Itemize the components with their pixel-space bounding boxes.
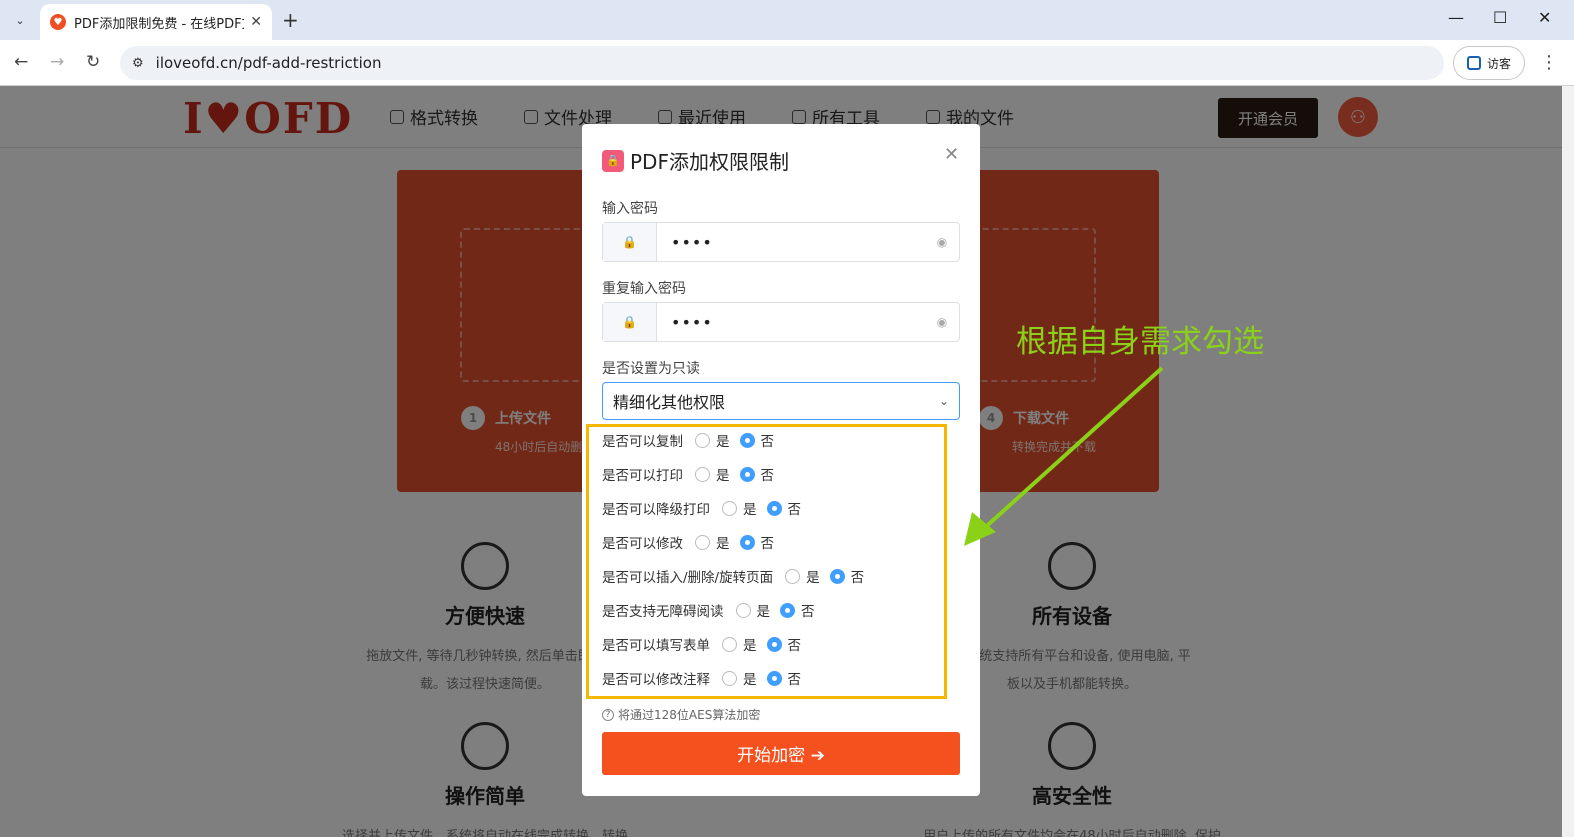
eye-icon[interactable]: ◉ — [925, 223, 959, 261]
help-icon: ? — [602, 708, 614, 721]
repeat-password-value[interactable]: •••• — [657, 303, 925, 341]
aes-note-text: 将通过128位AES算法加密 — [618, 708, 761, 722]
page-content: I♥OFD 格式转换 文件处理 最近使用 所有工具 我的文件 开通会员 ⚇ 1上… — [0, 86, 1562, 837]
site-favicon-icon: ♥ — [50, 14, 66, 30]
tab-search-dropdown[interactable]: ⌄ — [8, 8, 32, 32]
repeat-password-label: 重复输入密码 — [602, 281, 686, 297]
profile-label: 访客 — [1486, 56, 1511, 71]
lock-icon: 🔒 — [603, 223, 657, 261]
browser-menu-icon[interactable]: ⋮ — [1540, 52, 1558, 73]
arrow-head — [964, 512, 996, 546]
aes-note: ? 将通过128位AES算法加密 — [602, 706, 760, 723]
readonly-select[interactable]: 精细化其他权限 ⌄ — [602, 382, 960, 420]
dialog-title-text: PDF添加权限限制 — [630, 150, 789, 174]
readonly-label: 是否设置为只读 — [602, 361, 700, 377]
repeat-password-field[interactable]: 🔒 •••• ◉ — [602, 302, 960, 342]
profile-button[interactable]: 访客 — [1453, 46, 1525, 80]
select-value: 精细化其他权限 — [613, 393, 726, 412]
back-icon[interactable]: ← — [14, 52, 28, 72]
forward-icon[interactable]: → — [50, 52, 64, 72]
browser-tab[interactable]: ♥ PDF添加限制免费 - 在线PDF文 ✕ — [40, 4, 272, 40]
start-encrypt-button[interactable]: 开始加密 ➔ — [602, 732, 960, 775]
lock-icon: 🔒 — [602, 149, 624, 172]
address-bar: ← → ↻ ⚙ iloveofd.cn/pdf-add-restriction … — [0, 40, 1574, 86]
password-label: 输入密码 — [602, 201, 658, 217]
minimize-icon[interactable]: — — [1448, 8, 1464, 27]
url-text: iloveofd.cn/pdf-add-restriction — [155, 54, 382, 72]
password-field[interactable]: 🔒 •••• ◉ — [602, 222, 960, 262]
chevron-down-icon: ⌄ — [938, 394, 949, 408]
dialog-close-icon[interactable]: ✕ — [944, 144, 959, 165]
password-value[interactable]: •••• — [657, 223, 925, 261]
maximize-icon[interactable]: ☐ — [1493, 8, 1507, 27]
site-settings-icon[interactable]: ⚙ — [132, 56, 144, 71]
highlight-box — [586, 424, 947, 699]
eye-icon[interactable]: ◉ — [925, 303, 959, 341]
browser-tab-bar: ⌄ ♥ PDF添加限制免费 - 在线PDF文 ✕ + — ☐ ✕ — [0, 0, 1574, 40]
window-close-icon[interactable]: ✕ — [1538, 8, 1551, 27]
new-tab-button[interactable]: + — [282, 8, 299, 32]
tab-close-icon[interactable]: ✕ — [250, 14, 262, 30]
reload-icon[interactable]: ↻ — [86, 52, 100, 72]
lock-icon: 🔒 — [603, 303, 657, 341]
arrow-line — [978, 366, 1164, 534]
profile-icon — [1466, 56, 1481, 70]
tab-title: PDF添加限制免费 - 在线PDF文 — [74, 16, 245, 32]
dialog-title: 🔒 PDF添加权限限制 — [602, 146, 789, 175]
page-scrollbar[interactable] — [1562, 86, 1574, 837]
annotation-text: 根据自身需求勾选 — [1016, 324, 1264, 360]
annotation-arrow — [964, 366, 1164, 546]
url-field[interactable]: ⚙ iloveofd.cn/pdf-add-restriction — [120, 46, 1444, 80]
